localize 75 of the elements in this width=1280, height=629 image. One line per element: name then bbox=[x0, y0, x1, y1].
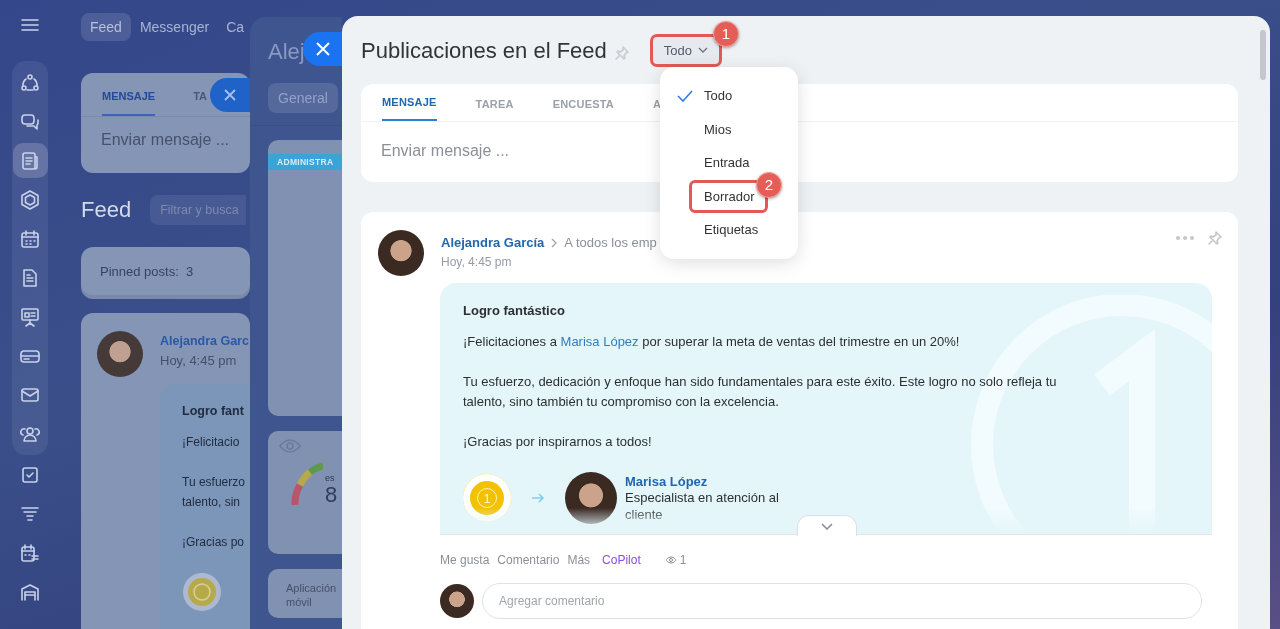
action-link[interactable]: Más bbox=[567, 553, 591, 567]
gauge-label: es bbox=[325, 473, 336, 483]
close-icon bbox=[315, 42, 330, 56]
avatar bbox=[378, 230, 424, 276]
action-link[interactable]: CoPilot bbox=[602, 553, 641, 567]
composer-tab[interactable]: MENSAJE bbox=[102, 90, 156, 116]
pinned-posts-label: Pinned posts: 3 bbox=[100, 263, 194, 279]
gauge-value: 8 bbox=[325, 483, 338, 507]
post-time: Hoy, 4:45 pm bbox=[441, 255, 513, 269]
view-count: 1 bbox=[664, 553, 687, 567]
post-paragraph: Tu esfuerzo, dedicación y enfoque han sido fundamentales para este éxito. Este logro no solo refleja tu talento, sino también tu compromiso con la excelencia. bbox=[463, 373, 1058, 411]
composer-tab[interactable]: ENCUESTA bbox=[552, 98, 614, 121]
document-icon bbox=[20, 150, 40, 171]
chevron-right-icon bbox=[551, 237, 558, 248]
avatar bbox=[440, 584, 474, 618]
mobile-app-label: Aplicación móvil bbox=[286, 581, 338, 609]
file-icon bbox=[20, 267, 40, 288]
post-paragraph: ¡Gracias po bbox=[182, 534, 246, 551]
role-badge: ADMINISTRA bbox=[268, 154, 342, 170]
panel-tab[interactable]: General bbox=[268, 83, 338, 113]
top-tab[interactable]: Ca bbox=[218, 12, 245, 41]
calendar-list-icon bbox=[20, 542, 40, 563]
recipient-link[interactable]: Marisa López bbox=[625, 473, 805, 489]
mention-link[interactable]: Marisa López bbox=[560, 334, 639, 349]
post-title: Logro fantástico bbox=[463, 303, 566, 318]
message-field[interactable]: Enviar mensaje ... bbox=[101, 131, 236, 149]
calendar-icon bbox=[20, 228, 40, 249]
panel-title: Alej bbox=[268, 39, 302, 66]
post-paragraph: ¡Felicitaciones a Marisa López por superar la meta de ventas del trimestre en un 20%! bbox=[463, 333, 961, 351]
filter-dropdown[interactable]: Todo bbox=[652, 36, 720, 64]
author-link[interactable]: Alejandra García bbox=[441, 235, 545, 250]
menu-item[interactable]: Etiquetas bbox=[660, 213, 798, 247]
composer-tab[interactable]: TA bbox=[193, 90, 208, 116]
presentation-board-icon bbox=[20, 306, 40, 327]
garage-icon bbox=[20, 581, 40, 602]
top-tab[interactable]: Messenger bbox=[130, 12, 219, 41]
page-title: Feed bbox=[81, 197, 132, 223]
recipient-role: Especialista en atención al cliente bbox=[625, 489, 780, 523]
eye-icon bbox=[664, 556, 677, 564]
close-button[interactable] bbox=[210, 78, 250, 112]
hexagon-icon bbox=[20, 189, 40, 210]
post-paragraph: ¡Gracias por inspirarnos a todos! bbox=[463, 433, 653, 451]
checkbox-icon bbox=[20, 464, 40, 485]
chat-bubbles-icon bbox=[20, 111, 40, 132]
medal-icon bbox=[182, 572, 222, 612]
action-link[interactable]: Me gusta bbox=[440, 553, 490, 567]
composer-tab[interactable]: TAREA bbox=[475, 98, 514, 121]
composer-tab[interactable]: MENSAJE bbox=[382, 96, 437, 121]
gauge-drawing bbox=[291, 461, 323, 505]
medal-badge: 1 bbox=[463, 474, 511, 522]
composer-tab[interactable]: A bbox=[652, 98, 662, 121]
action-link[interactable]: Comentario bbox=[497, 553, 560, 567]
menu-icon[interactable] bbox=[20, 17, 40, 33]
close-button[interactable] bbox=[303, 32, 342, 66]
sidebar-item[interactable] bbox=[12, 143, 48, 178]
post-title: Logro fant bbox=[182, 404, 245, 418]
author-link[interactable]: Alejandra Garc bbox=[160, 334, 249, 348]
post-paragraph: Tu esfuerzo talento, sin bbox=[182, 474, 246, 511]
mobile-app-card[interactable]: Aplicación móvil bbox=[268, 569, 342, 618]
step-number: 2 bbox=[756, 171, 782, 198]
orbit-icon bbox=[20, 72, 40, 93]
close-icon bbox=[224, 89, 236, 101]
arrow-right-icon bbox=[531, 493, 545, 503]
scrollbar[interactable] bbox=[1260, 30, 1266, 80]
step-number: 1 bbox=[713, 20, 740, 47]
panel-title: Publicaciones en el Feed bbox=[361, 37, 607, 64]
recipient-avatar bbox=[565, 472, 617, 524]
top-tab[interactable]: Feed bbox=[81, 12, 131, 41]
avatar bbox=[97, 331, 143, 377]
comment-field[interactable]: Agregar comentario bbox=[482, 583, 1202, 619]
audience-link[interactable]: A todos los emp bbox=[564, 235, 657, 250]
post-time: Hoy, 4:45 pm bbox=[160, 353, 238, 368]
chevron-down-icon bbox=[821, 522, 833, 530]
chevron-down-icon bbox=[698, 47, 709, 53]
post-paragraph: ¡Felicitacio bbox=[182, 434, 241, 451]
